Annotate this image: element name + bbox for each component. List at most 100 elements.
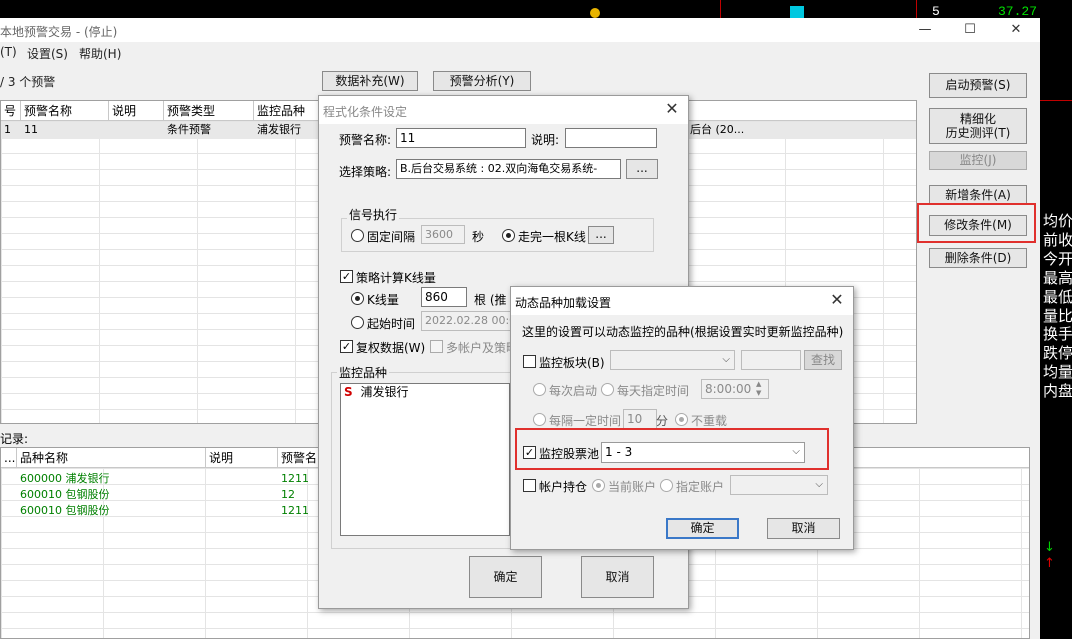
calc-kline-checkbox[interactable]: ✓ (340, 270, 353, 283)
close-icon[interactable]: ✕ (825, 289, 849, 311)
current-account-radio[interactable] (592, 479, 605, 492)
quote-label: 跌停 (1043, 344, 1072, 363)
cell-index: 1 (4, 123, 11, 136)
records-label: 记录: (0, 432, 29, 446)
table-row[interactable]: 600000 浦发银行 1211 (1, 471, 321, 488)
table-row[interactable]: 600010 包钢股份 1211 (1, 503, 321, 520)
each-start-radio[interactable] (533, 383, 546, 396)
interval-input[interactable]: 3600 (421, 225, 465, 244)
account-position-checkbox[interactable] (523, 479, 536, 492)
dyn-ok-button[interactable]: 确定 (666, 518, 739, 539)
add-condition-button[interactable]: 新增条件(A) (929, 185, 1027, 205)
kline-options-button[interactable]: ... (588, 226, 614, 244)
delete-condition-button[interactable]: 删除条件(D) (929, 248, 1027, 268)
menu-item-settings[interactable]: 设置(S) (27, 45, 68, 62)
alert-name-input[interactable]: 11 (396, 128, 526, 148)
no-reload-label: 不重载 (691, 414, 728, 428)
start-time-radio[interactable] (351, 316, 364, 329)
strategy-input[interactable]: B.后台交易系统 : 02.双向海龟交易系统- (396, 159, 621, 179)
dynamic-dialog-title: 动态品种加载设置 (515, 296, 612, 310)
col-header[interactable]: 预警名称 (21, 101, 109, 121)
down-arrow-icon: ↓ (1044, 540, 1055, 555)
kline-count-input[interactable]: 860 (421, 287, 467, 307)
seconds-label: 秒 (472, 230, 485, 244)
kline-complete-radio[interactable] (502, 229, 515, 242)
alert-name-label: 预警名称: (339, 133, 392, 147)
terminal-marker (590, 8, 600, 18)
stock-pool-select[interactable]: 1 - 3 ⌵ (601, 442, 805, 463)
kline-count-radio[interactable] (351, 292, 364, 305)
restore-data-checkbox[interactable]: ✓ (340, 340, 353, 353)
maximize-button[interactable]: ☐ (955, 20, 985, 40)
col-header[interactable]: 说明 (206, 448, 278, 468)
quote-labels: 均价 前收 今开 最高 最低 量比 换手 跌停 均量 内盘 (1043, 212, 1072, 401)
account-select[interactable]: ⌵ (730, 475, 828, 495)
menu-item-help[interactable]: 帮助(H) (79, 45, 121, 62)
col-header[interactable]: 预警类型 (164, 101, 254, 121)
quote-label: 换手 (1043, 325, 1072, 344)
chevron-down-icon: ⌵ (792, 446, 800, 457)
interval-label: 每隔一定时间 (549, 414, 622, 428)
start-time-input[interactable]: 2022.02.28 00:0 (421, 311, 511, 331)
table-row[interactable]: 600010 包钢股份 12 (1, 487, 321, 504)
close-icon[interactable]: ✕ (660, 98, 684, 120)
dyn-cancel-button[interactable]: 取消 (767, 518, 840, 539)
col-header[interactable]: 号 (1, 101, 21, 121)
list-item[interactable]: S 浦发银行 (344, 384, 509, 400)
refine-backtest-button[interactable]: 精细化 历史测评(T) (929, 108, 1027, 144)
block-select[interactable]: ⌵ (610, 350, 735, 370)
no-reload-radio[interactable] (675, 413, 688, 426)
block-search-input[interactable] (741, 350, 801, 370)
cell-stock: 浦发银行 (257, 123, 301, 136)
daily-time-radio[interactable] (601, 383, 614, 396)
chevron-down-icon: ⌵ (722, 354, 730, 365)
dynamic-desc: 这里的设置可以动态监控的品种(根据设置实时更新监控品种) (522, 325, 844, 339)
monitor-list[interactable]: S 浦发银行 (340, 383, 510, 536)
quote-label: 最低 (1043, 287, 1072, 306)
fixed-interval-label: 固定间隔 (367, 230, 416, 244)
cell-name: 11 (24, 123, 38, 136)
strategy-icon: S (344, 385, 353, 399)
data-fill-button[interactable]: 数据补充(W) (322, 71, 418, 91)
desc-label: 说明: (531, 133, 560, 147)
col-header[interactable]: ... (1, 448, 17, 468)
minimize-button[interactable]: — (910, 20, 940, 40)
interval-minutes-input[interactable]: 10 (623, 409, 657, 429)
dynamic-load-dialog: 动态品种加载设置 ✕ 这里的设置可以动态监控的品种(根据设置实时更新监控品种) … (510, 286, 854, 550)
chart-candle (790, 6, 804, 18)
menu-item-trade[interactable]: (T) (0, 45, 17, 59)
start-alert-button[interactable]: 启动预警(S) (929, 73, 1027, 98)
fixed-interval-radio[interactable] (351, 229, 364, 242)
interval-radio[interactable] (533, 413, 546, 426)
col-header[interactable]: 品种名称 (17, 448, 206, 468)
refine-line1: 精细化 (959, 112, 996, 126)
close-button[interactable]: ✕ (1001, 20, 1031, 40)
quote-label: 内盘 (1043, 382, 1072, 401)
cell-alert: 12 (281, 488, 295, 501)
time-spinner-icon[interactable]: ▲ ▼ (756, 380, 761, 398)
specified-account-radio[interactable] (660, 479, 673, 492)
title-bar: 本地预警交易 - (停止) — ☐ ✕ (0, 18, 1040, 42)
cell-stock: 600010 包钢股份 (20, 504, 110, 517)
monitor-button[interactable]: 监控(J) (929, 151, 1027, 170)
chart-line (916, 0, 917, 18)
restore-data-label: 复权数据(W) (356, 341, 426, 355)
monitor-block-checkbox[interactable] (523, 355, 536, 368)
kline-complete-label: 走完一根K线 (518, 230, 586, 244)
alert-analysis-button[interactable]: 预警分析(Y) (433, 71, 531, 91)
cond-cancel-button[interactable]: 取消 (581, 556, 654, 598)
condition-dialog-titlebar: 程式化条件设定 ✕ (319, 96, 688, 124)
desc-input[interactable] (565, 128, 657, 148)
strategy-browse-button[interactable]: ... (626, 159, 658, 179)
multi-account-checkbox[interactable] (430, 340, 443, 353)
chart-line (720, 0, 721, 18)
search-button[interactable]: 查找 (804, 350, 842, 370)
monitor-pool-checkbox[interactable]: ✓ (523, 446, 536, 459)
calc-kline-label: 策略计算K线量 (356, 271, 436, 285)
col-header[interactable]: 监控品种 (254, 101, 324, 121)
signal-group-label: 信号执行 (347, 206, 400, 223)
col-header[interactable]: 说明 (109, 101, 164, 121)
multi-account-label: 多帐户及策略 (446, 341, 519, 355)
cond-ok-button[interactable]: 确定 (469, 556, 542, 598)
pool-selected-value: 1 - 3 (605, 445, 633, 459)
